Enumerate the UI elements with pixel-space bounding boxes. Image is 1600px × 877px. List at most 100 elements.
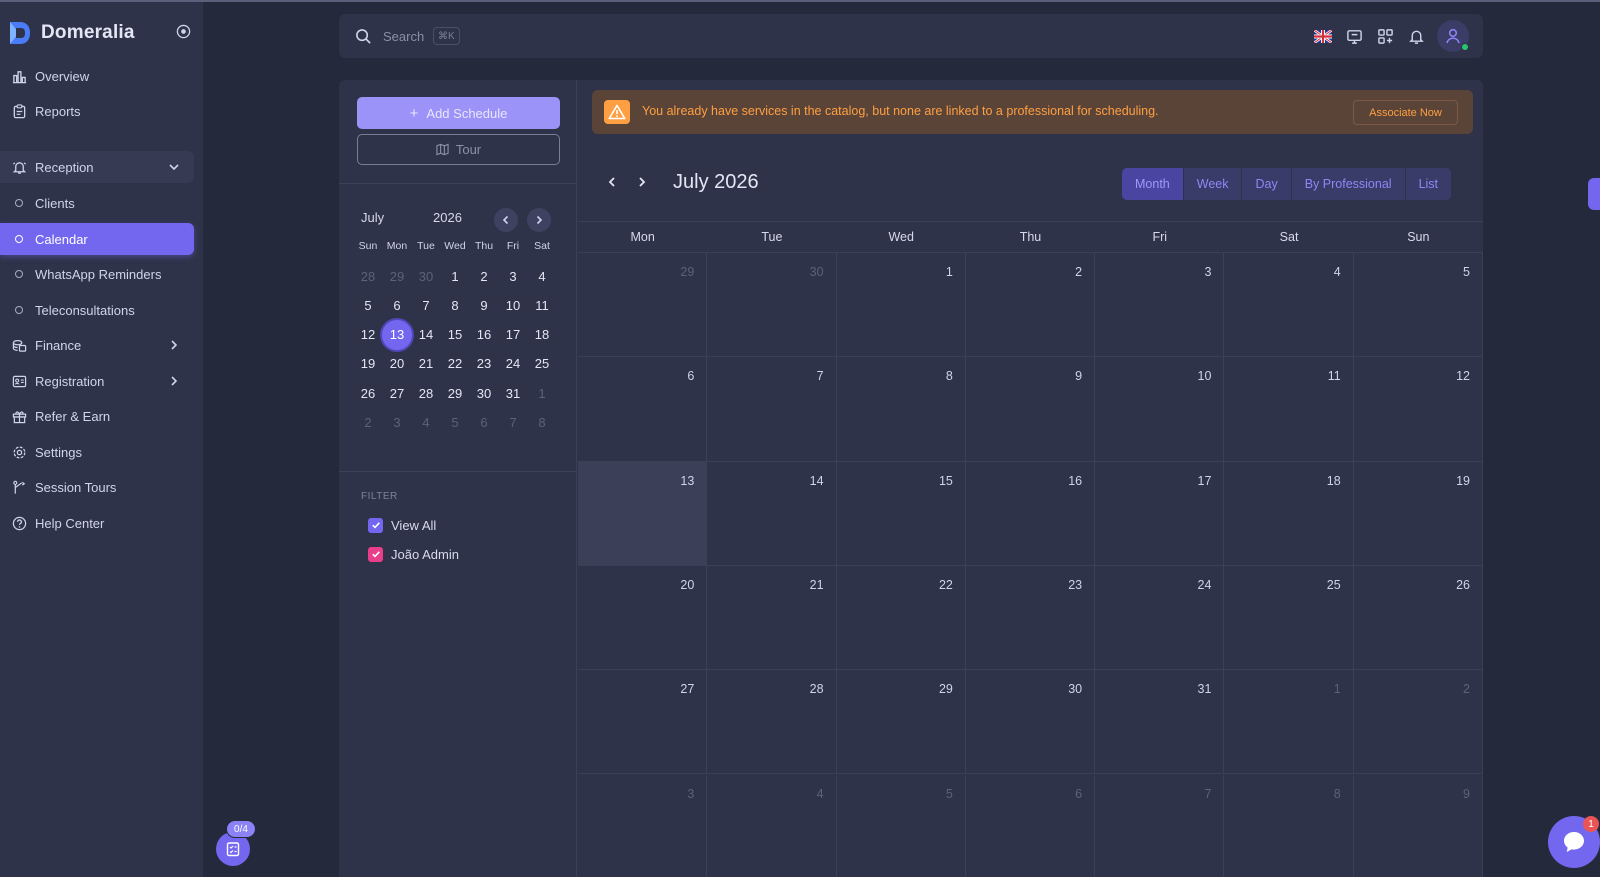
mini-calendar-day[interactable]: 18 xyxy=(527,320,557,350)
calendar-day-cell[interactable]: 16 xyxy=(965,461,1096,566)
calendar-day-cell[interactable]: 5 xyxy=(1353,253,1483,358)
sidebar-item-settings[interactable]: Settings xyxy=(0,436,194,468)
calendar-day-cell[interactable]: 8 xyxy=(1224,774,1354,877)
calendar-day-cell[interactable]: 27 xyxy=(578,670,708,775)
calendar-day-cell[interactable]: 15 xyxy=(836,461,966,566)
mini-calendar-day[interactable]: 1 xyxy=(440,261,470,291)
sidebar-item-session-tours[interactable]: Session Tours xyxy=(0,471,194,503)
mini-calendar-day[interactable]: 2 xyxy=(353,408,383,438)
mini-calendar-day[interactable]: 31 xyxy=(498,378,528,408)
sidebar-item-clients[interactable]: Clients xyxy=(0,187,194,219)
sidebar-item-calendar[interactable]: Calendar xyxy=(0,223,194,255)
mini-next-month-button[interactable] xyxy=(527,208,551,232)
calendar-day-cell[interactable]: 3 xyxy=(578,774,708,877)
mini-calendar-day[interactable]: 19 xyxy=(353,349,383,379)
calendar-day-cell[interactable]: 14 xyxy=(707,461,837,566)
calendar-day-cell[interactable]: 5 xyxy=(837,774,966,877)
calendar-day-cell[interactable]: 21 xyxy=(707,565,837,671)
sidebar-item-teleconsultations[interactable]: Teleconsultations xyxy=(0,294,194,326)
apps-grid-icon[interactable] xyxy=(1375,26,1395,46)
brand[interactable]: Domeralia xyxy=(8,18,135,48)
calendar-day-cell[interactable]: 6 xyxy=(966,774,1096,877)
mini-calendar-day[interactable]: 7 xyxy=(411,290,441,320)
calendar-day-cell[interactable]: 19 xyxy=(1353,461,1483,566)
calendar-day-cell[interactable]: 30 xyxy=(707,253,837,358)
mini-calendar-day[interactable]: 6 xyxy=(382,290,412,320)
calendar-day-cell[interactable]: 4 xyxy=(707,774,837,877)
prev-month-button[interactable] xyxy=(602,172,622,192)
calendar-day-cell[interactable]: 9 xyxy=(1354,774,1483,877)
sidebar-item-whatsapp-reminders[interactable]: WhatsApp Reminders xyxy=(0,258,194,290)
add-schedule-button[interactable]: + Add Schedule xyxy=(357,97,560,129)
sidebar-item-refer-earn[interactable]: Refer & Earn xyxy=(0,400,194,432)
mini-calendar-day[interactable]: 22 xyxy=(440,349,470,379)
mini-calendar-day[interactable]: 7 xyxy=(498,408,528,438)
search-icon[interactable] xyxy=(355,28,372,45)
mini-calendar-day[interactable]: 17 xyxy=(498,320,528,350)
sidebar-item-reports[interactable]: Reports xyxy=(0,95,194,127)
mini-calendar-day[interactable]: 6 xyxy=(469,408,499,438)
checkbox-checked-icon[interactable] xyxy=(368,546,383,562)
filter-view-all[interactable]: View All xyxy=(368,516,436,534)
mini-calendar-day[interactable]: 2 xyxy=(469,261,499,291)
mini-calendar-day[interactable]: 27 xyxy=(382,378,412,408)
sidebar-item-overview[interactable]: Overview xyxy=(0,60,194,92)
calendar-day-cell[interactable]: 24 xyxy=(1095,565,1225,671)
customizer-toggle-tab[interactable] xyxy=(1588,178,1600,210)
mini-calendar-day[interactable]: 9 xyxy=(469,290,499,320)
calendar-day-cell[interactable]: 30 xyxy=(965,670,1096,775)
calendar-day-cell[interactable]: 12 xyxy=(1353,357,1483,462)
mini-calendar-day[interactable]: 10 xyxy=(498,290,528,320)
mini-calendar-day[interactable]: 14 xyxy=(411,320,441,350)
checkbox-checked-icon[interactable] xyxy=(368,517,383,533)
calendar-day-cell[interactable]: 28 xyxy=(707,670,837,775)
calendar-day-cell[interactable]: 1 xyxy=(1224,670,1354,775)
calendar-day-cell[interactable]: 25 xyxy=(1224,565,1354,671)
mini-calendar-day[interactable]: 30 xyxy=(411,261,441,291)
mini-calendar-day[interactable]: 11 xyxy=(527,290,557,320)
calendar-day-cell[interactable]: 8 xyxy=(836,357,966,462)
mini-calendar-day[interactable]: 3 xyxy=(498,261,528,291)
view-week-button[interactable]: Week xyxy=(1183,168,1243,200)
calendar-day-cell[interactable]: 18 xyxy=(1224,461,1354,566)
sidebar-item-reception[interactable]: Reception xyxy=(0,151,194,183)
mini-calendar-day[interactable]: 29 xyxy=(440,378,470,408)
calendar-day-cell[interactable]: 2 xyxy=(965,253,1096,358)
view-list-button[interactable]: List xyxy=(1405,168,1452,200)
view-by-professional-button[interactable]: By Professional xyxy=(1291,168,1406,200)
mini-calendar-day[interactable]: 16 xyxy=(469,320,499,350)
mini-calendar-day[interactable]: 29 xyxy=(382,261,412,291)
mini-calendar-day[interactable]: 21 xyxy=(411,349,441,379)
monitor-icon[interactable] xyxy=(1344,26,1364,46)
mini-calendar-day[interactable]: 23 xyxy=(469,349,499,379)
calendar-day-cell[interactable]: 22 xyxy=(836,565,966,671)
mini-calendar-day[interactable]: 1 xyxy=(527,378,557,408)
mini-calendar-day[interactable]: 4 xyxy=(411,408,441,438)
sidebar-toggle-icon[interactable] xyxy=(176,24,191,39)
calendar-day-cell[interactable]: 20 xyxy=(578,565,708,671)
mini-calendar-day[interactable]: 25 xyxy=(527,349,557,379)
sidebar-item-finance[interactable]: Finance xyxy=(0,329,194,361)
mini-calendar-day[interactable]: 28 xyxy=(411,378,441,408)
calendar-day-cell[interactable]: 7 xyxy=(707,357,837,462)
search-input[interactable] xyxy=(383,26,429,46)
calendar-day-cell[interactable]: 29 xyxy=(578,253,708,358)
view-month-button[interactable]: Month xyxy=(1122,168,1184,200)
mini-calendar-day[interactable]: 8 xyxy=(440,290,470,320)
associate-now-button[interactable]: Associate Now xyxy=(1353,100,1458,125)
calendar-day-cell[interactable]: 4 xyxy=(1224,253,1354,358)
mini-calendar-day[interactable]: 26 xyxy=(353,378,383,408)
mini-calendar-day[interactable]: 5 xyxy=(353,290,383,320)
mini-calendar-day[interactable]: 5 xyxy=(440,408,470,438)
calendar-day-cell[interactable]: 31 xyxy=(1095,670,1225,775)
mini-prev-month-button[interactable] xyxy=(494,208,518,232)
calendar-day-cell[interactable]: 11 xyxy=(1224,357,1354,462)
calendar-day-cell[interactable]: 10 xyxy=(1095,357,1225,462)
calendar-day-cell[interactable]: 6 xyxy=(578,357,708,462)
calendar-day-cell[interactable]: 1 xyxy=(836,253,966,358)
filter-joao-admin[interactable]: João Admin xyxy=(368,545,459,563)
uk-flag-icon[interactable] xyxy=(1313,26,1333,46)
calendar-day-cell[interactable]: 13 xyxy=(578,461,708,566)
calendar-day-cell[interactable]: 17 xyxy=(1095,461,1225,566)
mini-calendar-day[interactable]: 28 xyxy=(353,261,383,291)
